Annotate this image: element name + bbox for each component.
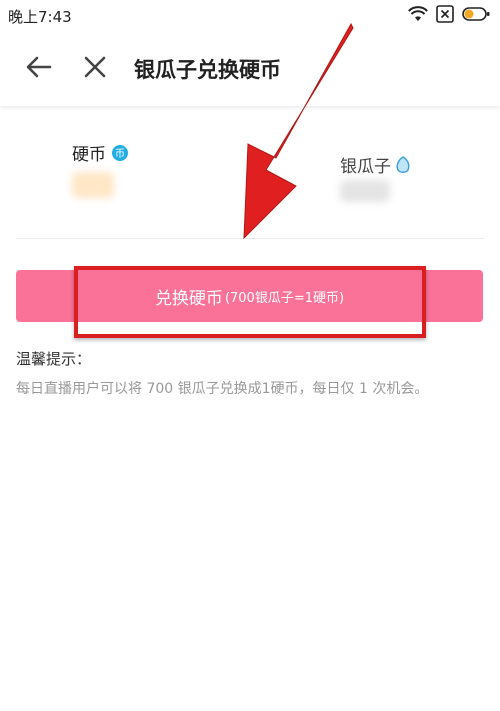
close-button[interactable] xyxy=(80,50,110,84)
coin-balance-value xyxy=(72,172,114,198)
coin-label-text: 硬币 xyxy=(72,145,106,165)
silver-seed-balance-value xyxy=(340,180,390,202)
page-title: 银瓜子兑换硬币 xyxy=(134,58,281,82)
status-icons xyxy=(408,5,490,23)
app-bar: 银瓜子兑换硬币 xyxy=(0,30,500,106)
status-time: 晚上7:43 xyxy=(8,8,72,26)
back-button[interactable] xyxy=(22,50,56,84)
tips-title: 温馨提示： xyxy=(16,350,92,368)
silver-seed-icon xyxy=(396,155,410,173)
exchange-rate-label: (700银瓜子=1硬币) xyxy=(224,290,345,306)
silver-seed-label-text: 银瓜子 xyxy=(340,157,391,177)
sim-x-icon xyxy=(436,5,454,23)
status-bar: 晚上7:43 xyxy=(0,0,500,30)
battery-icon xyxy=(462,7,490,21)
coin-label: 硬币 币 xyxy=(72,140,128,165)
tips-text: 每日直播用户可以将 700 银瓜子兑换成1硬币，每日仅 1 次机会。 xyxy=(16,381,429,397)
back-arrow-icon xyxy=(26,56,52,78)
divider xyxy=(16,238,484,239)
silver-seed-label: 银瓜子 xyxy=(340,152,411,177)
exchange-coin-button[interactable]: 兑换硬币 (700银瓜子=1硬币) xyxy=(16,270,483,322)
exchange-button-label: 兑换硬币 xyxy=(154,288,223,309)
close-icon xyxy=(84,56,106,78)
coin-badge-icon: 币 xyxy=(112,144,128,161)
wifi-icon xyxy=(408,6,428,21)
